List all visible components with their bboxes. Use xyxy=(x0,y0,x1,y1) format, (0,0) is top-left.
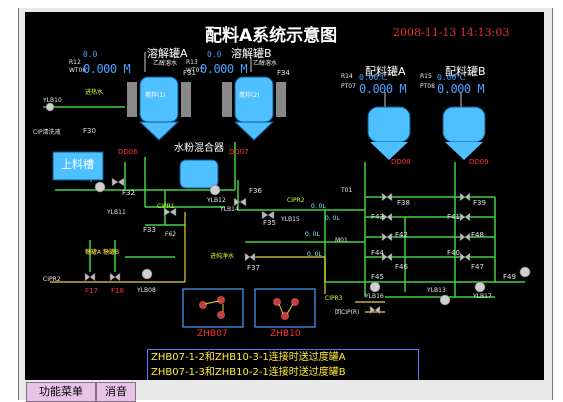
dissolve-tank-a-shape xyxy=(127,76,191,141)
label-ylb12: YLB12 xyxy=(207,197,226,204)
label-cipr3: CIPR3 xyxy=(325,295,343,302)
label-f49: F49 xyxy=(503,273,516,281)
status-line-2: ZHB07-1-3和ZHB10-2-1连接时送过度罐B xyxy=(151,367,346,378)
flow-3: 0. 0L xyxy=(305,231,320,238)
function-menu-button[interactable]: 功能菜单 xyxy=(26,382,96,402)
label-f18: F18 xyxy=(111,287,124,295)
label-f32: F32 xyxy=(122,189,135,197)
label-ylb17: YLB17 xyxy=(473,293,492,300)
label-ylb16: YLB16 xyxy=(365,293,384,300)
water-mixer-label: 水粉混合器 xyxy=(174,143,224,154)
label-f39: F39 xyxy=(473,199,486,207)
sensor-pt07: PT07 xyxy=(341,83,356,90)
label-ylb14: YLB14 xyxy=(220,206,239,213)
mix-tank-b-shape xyxy=(442,106,486,160)
label-f44: F44 xyxy=(371,249,384,257)
mix-tank-a-value: 0.000 M xyxy=(359,82,407,96)
label-f36: F36 xyxy=(249,187,262,195)
label-m01: M01 xyxy=(335,237,348,244)
label-ylb15: YLB15 xyxy=(281,216,300,223)
sensor-r13: R13 xyxy=(186,59,198,66)
mix-tank-a-shape xyxy=(367,106,411,160)
machine-zhb07-label: ZHB07 xyxy=(197,329,228,339)
sensor-r12: R12 xyxy=(69,59,81,66)
mute-button[interactable]: 消音 xyxy=(96,382,136,402)
label-f17: F17 xyxy=(85,287,98,295)
label-ylb08: YLB08 xyxy=(137,287,156,294)
label-f30: F30 xyxy=(83,127,96,135)
label-water-pure: 进纯净水 xyxy=(210,253,235,260)
dissolve-tank-b-value: 0.000 M xyxy=(200,62,248,76)
label-cipr2-bottom: CIPR2 xyxy=(43,276,61,283)
label-f46: F46 xyxy=(395,263,408,271)
label-cip-back: 回CIP(R) xyxy=(335,309,360,316)
label-water-in: 进热水 xyxy=(85,89,104,96)
label-f48: F48 xyxy=(471,231,484,239)
dissolve-tank-a-value: 0.000 M xyxy=(83,62,131,76)
water-mixer-shape xyxy=(179,159,219,189)
datetime-display: 2008-11-13 14:13:03 xyxy=(393,26,510,39)
dissolve-tank-a-value2: 0.0 xyxy=(83,50,98,59)
mix-tank-b-value: 0.000 M xyxy=(437,82,485,96)
label-f47: F47 xyxy=(471,263,484,271)
flow-2: 0. 0L xyxy=(325,215,340,222)
label-cipr2: CIPR2 xyxy=(287,197,305,204)
label-f38: F38 xyxy=(397,199,410,207)
label-ylb13: YLB13 xyxy=(427,287,446,294)
mix-tank-b-value2: 0.00℃ xyxy=(437,73,466,82)
feed-tank-label: 上料槽 xyxy=(61,158,94,171)
sensor-pt08: PT08 xyxy=(420,83,435,90)
mix-tank-a-value2: 0.00℃ xyxy=(359,73,388,82)
sensor-r15: R15 xyxy=(420,73,432,80)
label-f62: F62 xyxy=(165,231,177,238)
flow-1: 0. 0L xyxy=(311,203,326,210)
flow-4: 0. 0L xyxy=(307,251,322,258)
label-f43: F43 xyxy=(371,213,384,221)
dissolve-tank-b-value2: 0.0 xyxy=(207,50,222,59)
dissolve-tank-a-toptag: 乙醇溶水 xyxy=(153,60,178,67)
label-tank-ab: 糖罐A 糖罐B xyxy=(85,249,120,256)
mix-tank-b-id: DD09 xyxy=(469,158,489,166)
label-f35: F35 xyxy=(263,219,276,227)
status-panel: ZHB07-1-2和ZHB10-3-1连接时送过度罐A ZHB07-1-3和ZH… xyxy=(147,349,419,380)
machine-zhb07-box xyxy=(182,288,244,328)
machine-zhb10-box xyxy=(254,288,316,328)
dissolve-tank-b-inner: 搅拌(2) xyxy=(239,92,260,99)
label-cip-in: CIP清洗液 xyxy=(33,129,61,136)
label-ylb10: YLB10 xyxy=(43,97,62,104)
status-line-1: ZHB07-1-2和ZHB10-3-1连接时送过度罐A xyxy=(151,352,346,363)
dissolve-tank-b-shape xyxy=(222,76,286,141)
sensor-r14: R14 xyxy=(341,73,353,80)
dissolve-tank-b-toptag: 乙醇溶水 xyxy=(253,60,278,67)
valve-f34-label: F34 xyxy=(277,69,290,77)
dissolve-tank-a-label: 溶解罐A xyxy=(147,47,188,60)
label-f40: F40 xyxy=(447,249,460,257)
label-f42: F42 xyxy=(395,231,408,239)
dissolve-tank-b-id: DD07 xyxy=(229,148,249,156)
label-t01: T01 xyxy=(341,187,353,194)
machine-zhb10-label: ZHB10 xyxy=(270,329,301,339)
label-f33: F33 xyxy=(143,226,156,234)
label-f41: F41 xyxy=(447,213,460,221)
label-ylb11: YLB11 xyxy=(107,209,126,216)
dissolve-tank-a-inner: 搅拌(1) xyxy=(145,92,166,99)
dissolve-tank-b-label: 溶解罐B xyxy=(231,47,272,60)
scada-screen: 配料A系统示意图 2008-11-13 14:13:03 溶解罐A 乙醇溶水 R… xyxy=(25,12,544,380)
page-title: 配料A系统示意图 xyxy=(205,26,338,46)
label-f37: F37 xyxy=(247,264,260,272)
dissolve-tank-a-id: DD06 xyxy=(118,148,138,156)
label-f45: F45 xyxy=(371,273,384,281)
label-cipr1: CIPR1 xyxy=(157,203,175,210)
mix-tank-a-id: DD08 xyxy=(391,158,411,166)
